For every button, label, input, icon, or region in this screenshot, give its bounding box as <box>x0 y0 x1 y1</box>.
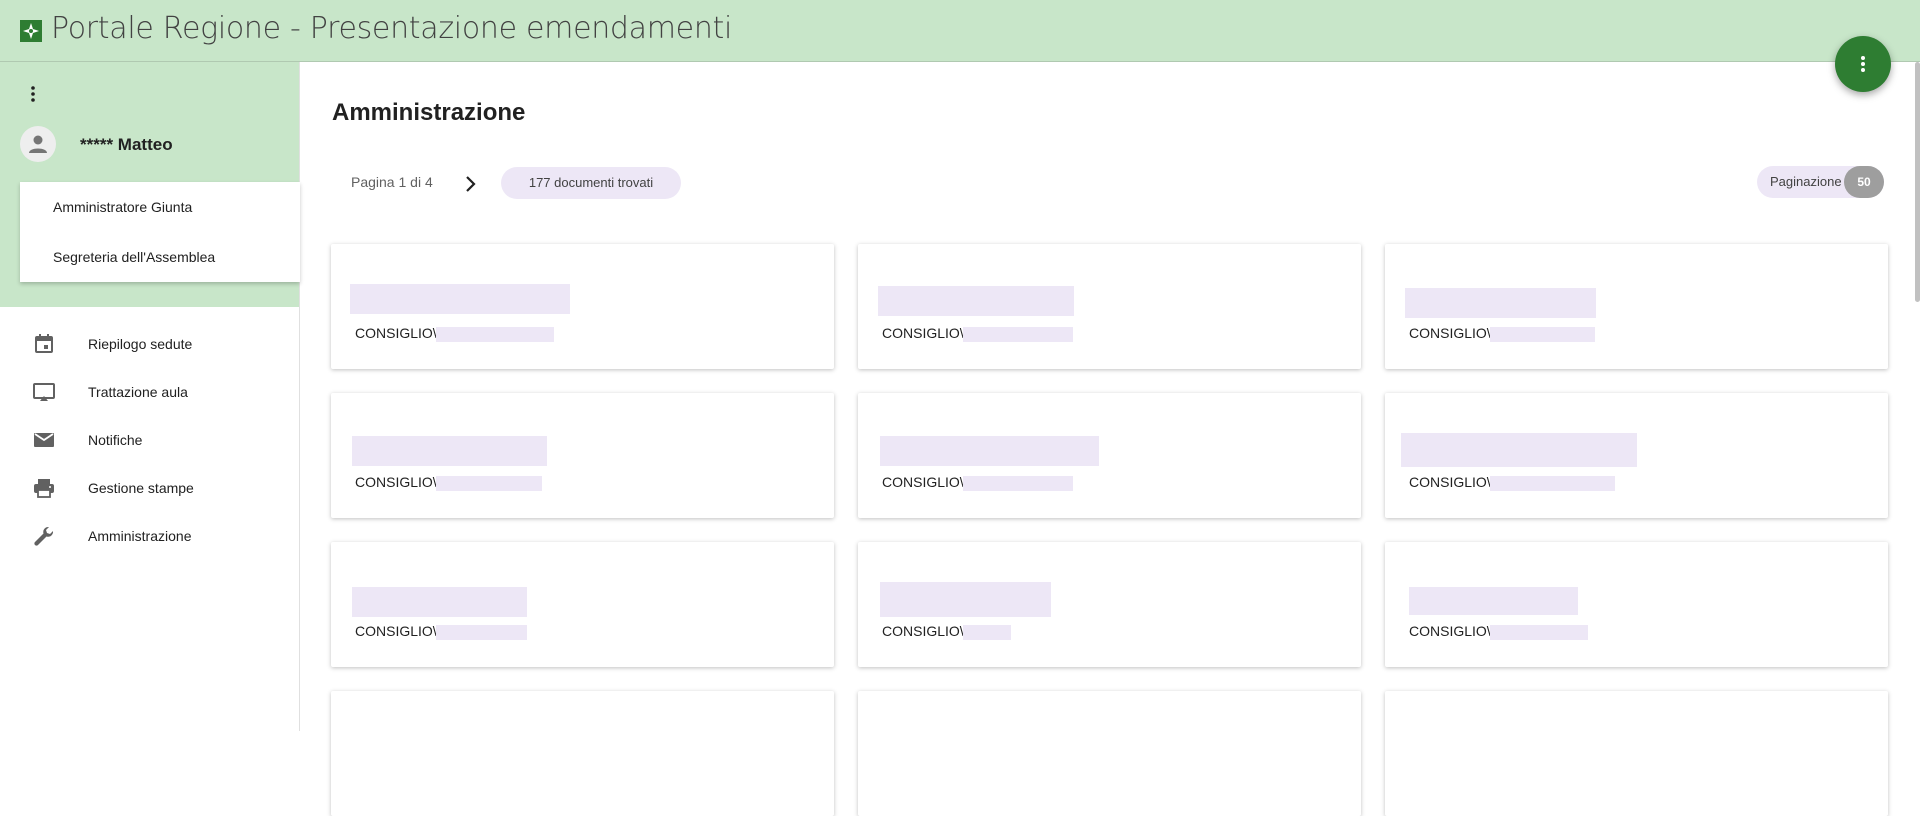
avatar[interactable] <box>20 126 56 162</box>
document-card[interactable]: CONSIGLIO\ <box>1385 542 1888 667</box>
app-title: Portale Regione - Presentazione emendame… <box>51 11 733 46</box>
main-content: Amministrazione Pagina 1 di 4 177 docume… <box>300 62 1920 816</box>
sidebar-item-label: Riepilogo sedute <box>88 336 193 352</box>
document-path: CONSIGLIO\ <box>1409 325 1491 341</box>
redacted-path <box>1490 476 1615 491</box>
document-card[interactable]: CONSIGLIO\ <box>858 244 1361 369</box>
sidebar: ***** Matteo Amministratore Giunta Segre… <box>0 62 300 731</box>
redacted-path <box>1490 625 1588 640</box>
sidebar-item-label: Trattazione aula <box>88 384 188 400</box>
app-header: Portale Regione - Presentazione emendame… <box>0 0 1920 62</box>
sidebar-item-amministrazione[interactable]: Amministrazione <box>0 512 299 560</box>
document-card[interactable]: CONSIGLIO\ <box>331 542 834 667</box>
redacted-path <box>963 476 1073 491</box>
page-title: Amministrazione <box>332 99 526 126</box>
more-vert-icon[interactable] <box>25 84 41 104</box>
redacted-path <box>436 327 554 342</box>
role-item-amministratore-giunta[interactable]: Amministratore Giunta <box>20 182 300 232</box>
redacted-path <box>1490 327 1595 342</box>
redacted-title <box>880 436 1099 466</box>
person-icon <box>29 135 47 153</box>
redacted-title <box>1405 288 1596 318</box>
redacted-path <box>436 476 542 491</box>
print-icon <box>34 479 54 498</box>
redacted-path <box>963 625 1011 640</box>
pagination-value-badge: 50 <box>1844 166 1884 198</box>
redacted-title <box>352 436 547 466</box>
document-path: CONSIGLIO\ <box>355 623 437 639</box>
chevron-right-icon[interactable] <box>458 172 482 196</box>
redacted-path <box>963 327 1073 342</box>
document-card[interactable]: CONSIGLIO\ <box>331 244 834 369</box>
document-card[interactable]: CONSIGLIO\ <box>331 393 834 518</box>
page-scrollbar[interactable] <box>1915 62 1920 302</box>
redacted-title <box>1409 587 1578 615</box>
document-path: CONSIGLIO\ <box>882 623 964 639</box>
user-panel: ***** Matteo Amministratore Giunta Segre… <box>0 62 300 307</box>
redacted-title <box>352 587 527 617</box>
pagination-chip[interactable]: Paginazione 50 <box>1757 166 1884 198</box>
role-item-segreteria-assemblea[interactable]: Segreteria dell'Assemblea <box>20 232 300 282</box>
sidebar-item-trattazione-aula[interactable]: Trattazione aula <box>0 368 299 416</box>
fab-menu-button[interactable] <box>1835 36 1891 92</box>
document-path: CONSIGLIO\ <box>355 325 437 341</box>
pager-status: Pagina 1 di 4 <box>351 174 433 190</box>
sidebar-item-notifiche[interactable]: Notifiche <box>0 416 299 464</box>
document-card[interactable]: CONSIGLIO\ <box>858 393 1361 518</box>
user-name: ***** Matteo <box>80 135 173 154</box>
sidebar-item-gestione-stampe[interactable]: Gestione stampe <box>0 464 299 512</box>
redacted-title <box>1401 433 1637 467</box>
region-logo-icon <box>20 20 42 42</box>
documents-count-chip: 177 documenti trovati <box>501 167 681 199</box>
role-list: Amministratore Giunta Segreteria dell'As… <box>20 182 300 282</box>
document-card[interactable] <box>858 691 1361 816</box>
document-path: CONSIGLIO\ <box>355 474 437 490</box>
cast-icon <box>33 383 55 401</box>
sidebar-nav: Riepilogo sedute Trattazione aula Notifi… <box>0 320 299 560</box>
document-card[interactable]: CONSIGLIO\ <box>1385 244 1888 369</box>
redacted-title <box>880 582 1051 617</box>
document-card[interactable]: CONSIGLIO\ <box>1385 393 1888 518</box>
sidebar-item-riepilogo-sedute[interactable]: Riepilogo sedute <box>0 320 299 368</box>
document-card[interactable] <box>331 691 834 816</box>
sidebar-item-label: Amministrazione <box>88 528 192 544</box>
document-card[interactable] <box>1385 691 1888 816</box>
document-path: CONSIGLIO\ <box>1409 623 1491 639</box>
pagination-label: Paginazione <box>1770 174 1842 189</box>
redacted-path <box>436 625 527 640</box>
sidebar-item-label: Notifiche <box>88 432 143 448</box>
redacted-title <box>878 286 1074 316</box>
mail-icon <box>34 433 54 447</box>
wrench-icon <box>34 526 54 546</box>
calendar-icon <box>35 334 53 353</box>
document-path: CONSIGLIO\ <box>1409 474 1491 490</box>
redacted-title <box>350 284 570 314</box>
sidebar-item-label: Gestione stampe <box>88 480 194 496</box>
more-vert-icon <box>1861 56 1865 72</box>
document-path: CONSIGLIO\ <box>882 325 964 341</box>
document-path: CONSIGLIO\ <box>882 474 964 490</box>
document-card[interactable]: CONSIGLIO\ <box>858 542 1361 667</box>
